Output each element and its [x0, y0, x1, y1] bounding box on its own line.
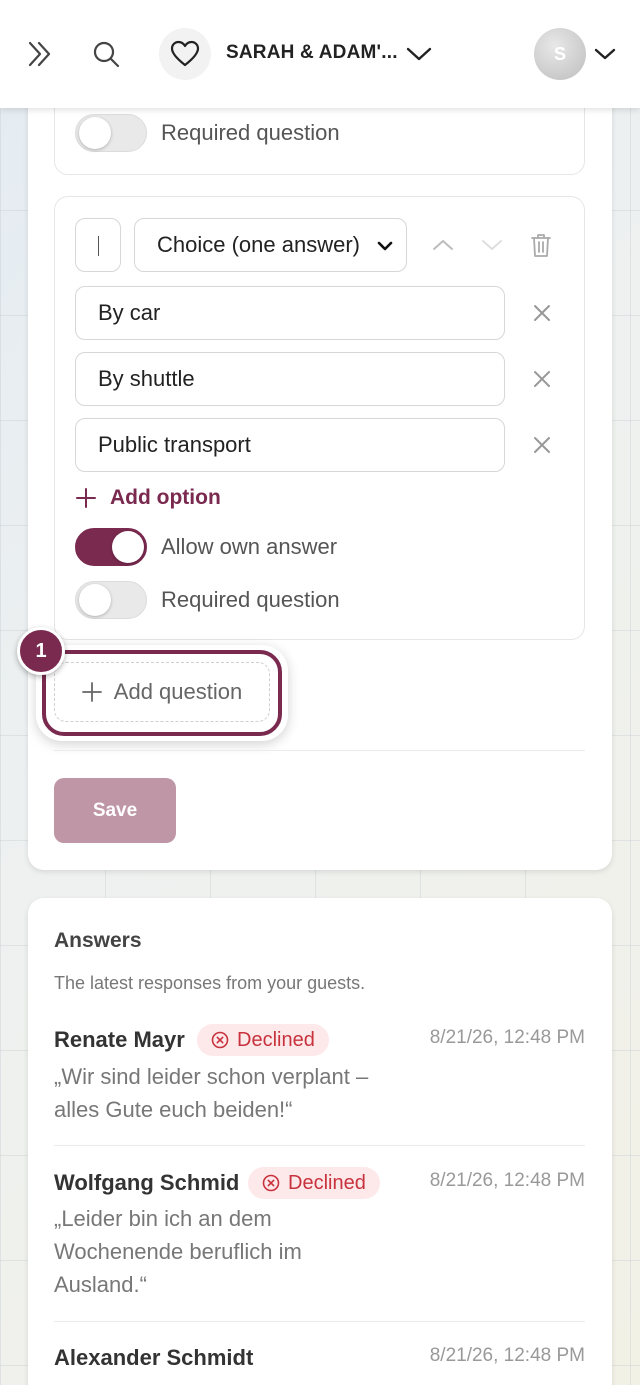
message-line: Wochenende beruflich im: [54, 1239, 302, 1264]
message-line: alles Gute euch beiden!“: [54, 1097, 293, 1122]
event-name[interactable]: SARAH & ADAM'...: [226, 42, 406, 66]
form-divider: [54, 750, 585, 751]
account-dropdown-button[interactable]: [590, 36, 620, 72]
close-icon: [534, 371, 550, 387]
answers-card: [28, 898, 612, 1385]
required-question-label: Required question: [161, 587, 340, 612]
status-badge-label: Declined: [237, 1028, 315, 1051]
search-button[interactable]: [84, 32, 128, 76]
option-input-1[interactable]: By car: [75, 286, 505, 340]
event-switcher-button[interactable]: [159, 28, 211, 80]
add-option-label: Add option: [110, 486, 221, 509]
trash-icon: [531, 234, 551, 257]
move-up-button[interactable]: [428, 228, 458, 262]
chevron-down-icon: [377, 241, 393, 251]
toggle-knob: [79, 117, 111, 149]
expand-sidebar-button[interactable]: [18, 32, 62, 76]
message-line: „Wir sind leider schon verplant –: [54, 1064, 369, 1089]
status-badge: Declined: [248, 1167, 380, 1199]
response-time: 8/21/26, 12:48 PM: [429, 1170, 585, 1191]
chevron-down-icon: [482, 240, 502, 250]
option-input-2[interactable]: By shuttle: [75, 352, 505, 406]
remove-option-button-3[interactable]: [528, 430, 556, 460]
answers-title: Answers: [54, 929, 142, 952]
avatar[interactable]: S: [534, 28, 586, 80]
top-header: SARAH & ADAM'... S: [0, 0, 640, 108]
allow-own-answer-label: Allow own answer: [161, 534, 338, 559]
remove-option-button-2[interactable]: [528, 364, 556, 394]
message-line: Ausland.“: [54, 1272, 147, 1297]
required-question-label-prev: Required question: [161, 120, 340, 145]
response-message: „Leider bin ich an dem Wochenende berufl…: [54, 1202, 404, 1301]
delete-question-button[interactable]: [526, 228, 556, 262]
response-divider: [54, 1145, 585, 1146]
event-dropdown-button[interactable]: [402, 36, 436, 72]
double-chevron-right-icon: [28, 41, 51, 67]
allow-own-answer-toggle[interactable]: [75, 528, 147, 566]
close-icon: [534, 305, 550, 321]
response-name: Renate Mayr: [54, 1027, 185, 1052]
save-button[interactable]: Save: [54, 778, 176, 843]
question-title-input[interactable]: [75, 218, 121, 272]
toggle-knob: [112, 531, 144, 563]
plus-icon: [81, 682, 102, 702]
add-question-button[interactable]: Add question: [54, 662, 270, 722]
required-question-toggle[interactable]: [75, 581, 147, 619]
response-time: 8/21/26, 12:48 PM: [429, 1345, 585, 1366]
chevron-down-icon: [406, 47, 432, 61]
remove-option-button-1[interactable]: [528, 298, 556, 328]
question-type-value: Choice (one answer): [157, 232, 360, 257]
x-circle-icon: [262, 1174, 280, 1192]
response-name: Wolfgang Schmid: [54, 1170, 240, 1195]
close-icon: [534, 437, 550, 453]
question-type-select[interactable]: Choice (one answer): [134, 218, 407, 272]
search-icon: [93, 41, 120, 68]
add-question-label: Add question: [113, 679, 243, 704]
required-question-toggle-prev[interactable]: [75, 114, 147, 152]
text-caret: [98, 236, 99, 256]
message-line: „Leider bin ich an dem: [54, 1206, 272, 1231]
add-option-button[interactable]: Add option: [76, 482, 221, 514]
toggle-knob: [79, 584, 111, 616]
response-divider: [54, 1321, 585, 1322]
step-badge: 1: [17, 627, 65, 675]
response-time: 8/21/26, 12:48 PM: [429, 1027, 585, 1048]
chevron-up-icon: [433, 240, 453, 250]
x-circle-icon: [211, 1031, 229, 1049]
option-input-3[interactable]: Public transport: [75, 418, 505, 472]
move-down-button[interactable]: [477, 228, 507, 262]
response-message: „Wir sind leider schon verplant – alles …: [54, 1060, 404, 1126]
status-badge-label: Declined: [288, 1171, 366, 1194]
chevron-down-icon: [594, 48, 616, 60]
heart-icon: [170, 40, 200, 67]
status-badge: Declined: [197, 1024, 329, 1056]
plus-icon: [76, 488, 96, 508]
answers-subtitle: The latest responses from your guests.: [54, 973, 366, 993]
response-name: Alexander Schmidt: [54, 1345, 254, 1370]
